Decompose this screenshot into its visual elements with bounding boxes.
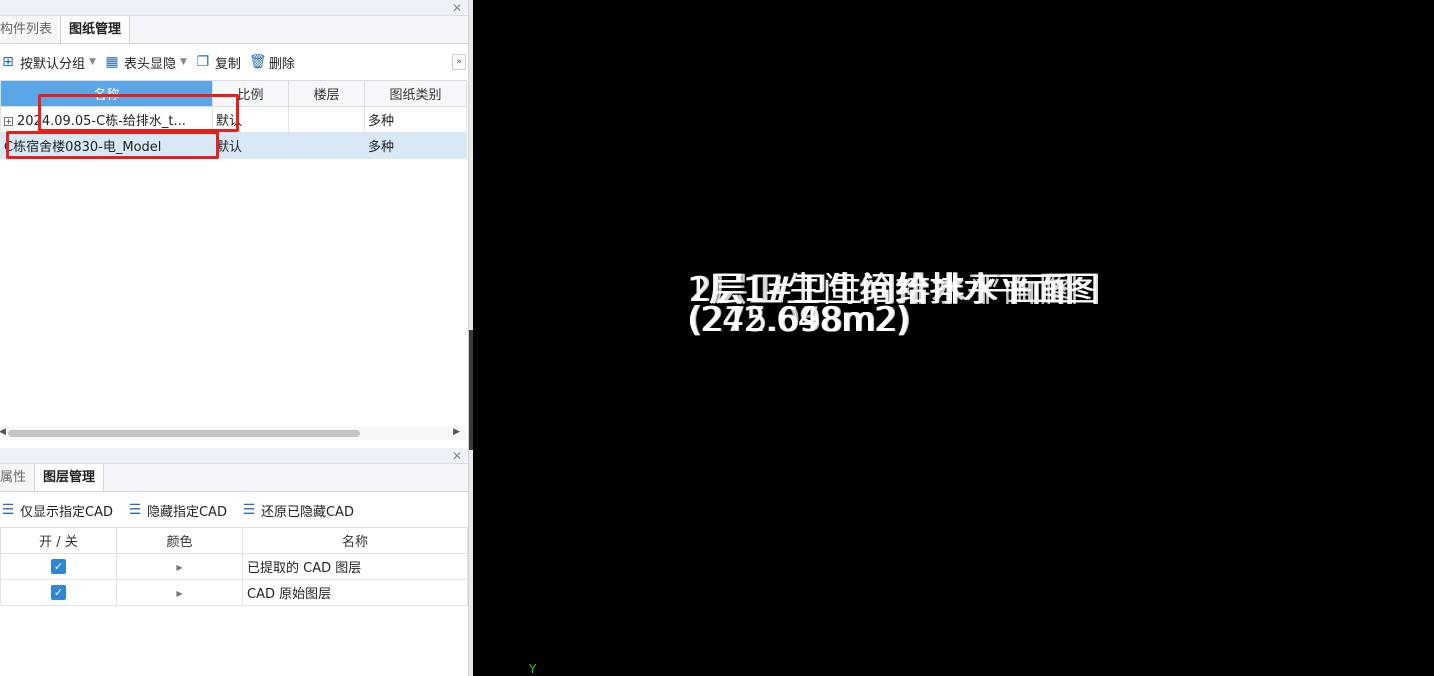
cad-area-text: (275.058m2) [690,300,912,340]
row-scale-cell[interactable]: 默认 [212,132,289,159]
row-name-cell[interactable]: C栋宿舍楼0830-电_Model [0,132,213,159]
row-category-cell[interactable]: 多种 [364,106,467,133]
column-header-on-off[interactable]: 开 / 关 [0,527,117,554]
row-category-cell[interactable]: 多种 [364,132,467,159]
copy-button[interactable]: ❐ 复制 [195,53,241,72]
chevron-down-icon[interactable]: ▼ [89,57,96,67]
checkbox-checked-icon[interactable]: ✓ [51,585,66,600]
trash-icon: 🗑 [248,54,267,70]
drawing-panel-titlebar: ✕ [0,0,468,16]
close-icon[interactable]: ✕ [452,0,462,16]
copy-icon: ❐ [196,54,210,70]
column-header-category[interactable]: 图纸类别 [364,80,467,107]
row-scale-cell[interactable]: 默认 [212,106,289,133]
chevron-down-icon[interactable]: ▼ [180,57,187,67]
cad-canvas[interactable]: 1层1#卫生间给排水平面图 2层1#卫生间给排水平面图 1层卫生间给排水平面图 … [473,0,1434,676]
horizontal-scrollbar[interactable]: ◀ ▶ [0,426,466,440]
row-name-cell[interactable]: +2024.09.05-C栋-给排水_t... [0,106,213,133]
layer-toggle-cell[interactable]: ✓ [0,553,117,580]
restore-layers-icon: ☰ [242,502,256,518]
layer-table: 开 / 关 颜色 名称 ✓ ▶ 已提取的 CAD 图层 ✓ ▶ CAD 原始图层 [0,527,468,606]
show-only-cad-button[interactable]: ☰ 仅显示指定CAD [0,501,113,520]
close-icon[interactable]: ✕ [452,448,462,464]
row-floor-cell[interactable] [288,132,365,159]
table-row[interactable]: +2024.09.05-C栋-给排水_t... 默认 多种 [0,106,467,133]
drawing-toolbar: ⊞ 按默认分组 ▼ ▦ 表头显隐 ▼ ❐ 复制 🗑 删除 » [0,46,468,78]
triangle-right-icon: ▶ [176,563,183,572]
row-floor-cell[interactable] [288,106,365,133]
column-header-color[interactable]: 颜色 [116,527,243,554]
layer-row[interactable]: ✓ ▶ CAD 原始图层 [0,579,468,606]
column-header-floor[interactable]: 楼层 [288,80,365,107]
layer-header-row: 开 / 关 颜色 名称 [0,527,468,554]
table-row[interactable]: C栋宿舍楼0830-电_Model 默认 多种 [0,132,467,159]
table-header-row: 名称 比例 楼层 图纸类别 [0,80,467,107]
triangle-right-icon: ▶ [176,589,183,598]
layer-toggle-cell[interactable]: ✓ [0,579,117,606]
table-columns-icon: ▦ [105,54,119,70]
tab-drawing-management[interactable]: 图纸管理 [60,16,131,43]
layer-panel-titlebar: ✕ [0,448,468,464]
expand-icon[interactable]: + [4,117,13,126]
tab-component-list[interactable]: 构件列表 [0,16,60,43]
column-header-layer-name[interactable]: 名称 [242,527,468,554]
scroll-left-icon[interactable]: ◀ [0,427,6,437]
drawing-panel-tabs: 构件列表 图纸管理 [0,16,468,44]
layer-toolbar: ☰ 仅显示指定CAD ☰ 隐藏指定CAD ☰ 还原已隐藏CAD [0,494,468,526]
column-header-name[interactable]: 名称 [0,80,213,107]
layer-color-cell[interactable]: ▶ [116,579,243,606]
drawing-table: 名称 比例 楼层 图纸类别 +2024.09.05-C栋-给排水_t... 默认… [0,80,467,159]
y-axis-label: Y [529,662,537,676]
layer-name-cell: CAD 原始图层 [242,579,468,606]
left-dock-panel: ✕ 构件列表 图纸管理 ⊞ 按默认分组 ▼ ▦ 表头显隐 ▼ ❐ 复制 🗑 删除… [0,0,468,676]
show-layers-icon: ☰ [1,502,15,518]
layer-row[interactable]: ✓ ▶ 已提取的 CAD 图层 [0,553,468,580]
more-icon[interactable]: » [452,54,466,70]
layer-panel-tabs: 属性 图层管理 [0,464,468,492]
hide-cad-button[interactable]: ☰ 隐藏指定CAD [127,501,227,520]
column-header-scale[interactable]: 比例 [212,80,289,107]
group-icon: ⊞ [2,54,14,70]
restore-cad-button[interactable]: ☰ 还原已隐藏CAD [241,501,354,520]
scroll-right-icon[interactable]: ▶ [453,427,460,437]
layer-color-cell[interactable]: ▶ [116,553,243,580]
hide-layers-icon: ☰ [128,502,142,518]
delete-button[interactable]: 🗑 删除 [249,53,295,72]
scrollbar-thumb[interactable] [8,430,360,437]
checkbox-checked-icon[interactable]: ✓ [51,559,66,574]
group-by-default-button[interactable]: ⊞ 按默认分组 ▼ [0,53,96,72]
layer-name-cell: 已提取的 CAD 图层 [242,553,468,580]
tab-properties[interactable]: 属性 [0,464,34,491]
tab-layer-management[interactable]: 图层管理 [34,464,105,491]
header-toggle-button[interactable]: ▦ 表头显隐 ▼ [104,53,187,72]
